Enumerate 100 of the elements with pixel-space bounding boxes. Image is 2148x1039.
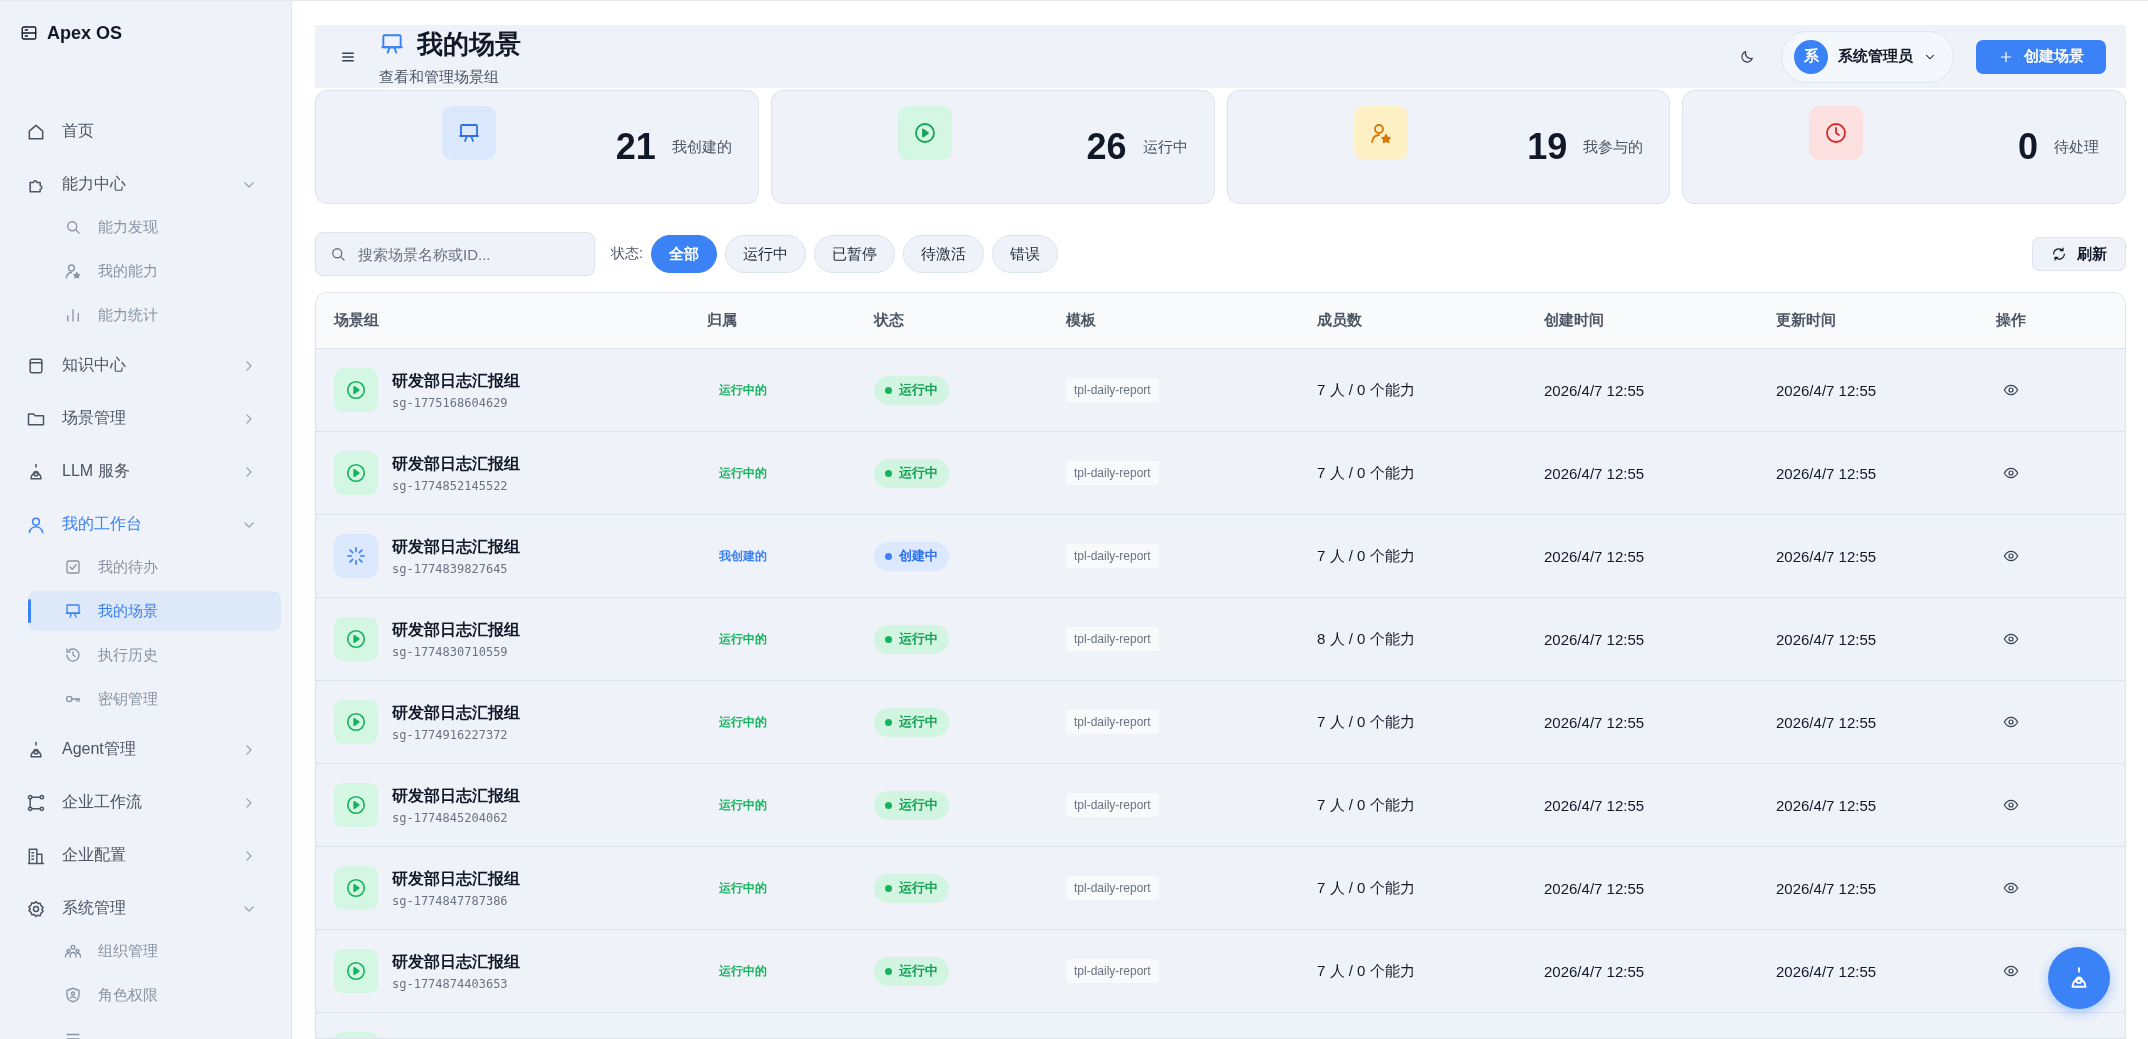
user-name: 系统管理员 xyxy=(1838,47,1913,67)
play-icon xyxy=(912,121,937,146)
submenu-item-icon xyxy=(64,942,82,960)
template-tag: tpl-daily-report xyxy=(1066,876,1159,901)
scene-name: 研发部日志汇报组 xyxy=(392,702,520,723)
play-icon xyxy=(345,379,367,402)
scene-name: 研发部日志汇报组 xyxy=(392,453,520,474)
ownership-text: 运行中的 xyxy=(719,879,767,897)
column-header: 场景组 xyxy=(332,311,380,331)
play-icon xyxy=(345,462,367,485)
stat-value: 0 xyxy=(2017,126,2038,169)
table-cell: 2026/4/7 12:55 xyxy=(1776,796,1877,814)
status-badge: 运行中 xyxy=(874,458,949,488)
submenu-item-icon xyxy=(64,646,82,664)
table-cell: 2026/4/7 12:55 xyxy=(1776,381,1877,399)
ownership-text: 运行中的 xyxy=(719,381,767,399)
filter-chip[interactable]: 待激活 xyxy=(902,235,984,274)
clock-icon xyxy=(1824,121,1849,146)
table-cell: 7 人 / 0 个能力 xyxy=(1317,712,1415,732)
stat-label: 我参与的 xyxy=(1583,137,1644,157)
filter-label: 状态: xyxy=(611,245,643,264)
template-tag: tpl-daily-report xyxy=(1066,710,1159,735)
filter-chip[interactable]: 错误 xyxy=(991,235,1058,274)
scene-name: 研发部日志汇报组 xyxy=(392,370,520,391)
menu-item-icon xyxy=(26,898,46,919)
scene-name: 研发部日志汇报组 xyxy=(392,868,520,889)
column-header: 状态 xyxy=(874,311,905,331)
filter-chip[interactable]: 全部 xyxy=(650,235,717,274)
stat-value: 19 xyxy=(1527,126,1568,169)
play-icon xyxy=(345,794,367,817)
table-cell: 2026/4/7 12:55 xyxy=(1544,630,1645,648)
app-name: Apex OS xyxy=(47,22,123,44)
refresh-icon xyxy=(2051,246,2067,263)
column-header: 更新时间 xyxy=(1776,311,1837,331)
column-header: 操作 xyxy=(1995,311,2026,331)
play-icon xyxy=(345,960,367,983)
scene-id: sg-1774916227372 xyxy=(392,727,509,742)
table-cell: 2026/4/7 12:55 xyxy=(1544,796,1645,814)
user-menu[interactable]: 系 系统管理员 xyxy=(1781,30,1954,83)
scene-id: sg-1774852145522 xyxy=(392,478,509,493)
table-cell: 8 人 / 0 个能力 xyxy=(1317,629,1415,649)
status-badge: 运行中 xyxy=(874,707,949,737)
template-tag: tpl-daily-report xyxy=(1066,544,1159,569)
table-cell: 2026/4/7 12:55 xyxy=(1776,713,1877,731)
table-cell: 2026/4/7 12:55 xyxy=(1544,879,1645,897)
status-badge: 运行中 xyxy=(874,375,949,405)
table-cell: 7 人 / 0 个能力 xyxy=(1317,878,1415,898)
scene-id: sg-1774845204062 xyxy=(392,810,509,825)
status-badge: 运行中 xyxy=(874,790,949,820)
filter-chip[interactable]: 运行中 xyxy=(724,235,806,274)
userstar-icon xyxy=(1368,121,1393,146)
template-tag: tpl-daily-report xyxy=(1066,627,1159,652)
moon-icon xyxy=(1739,48,1755,65)
play-icon xyxy=(345,877,367,900)
submenu-item-icon xyxy=(64,262,82,280)
create-scene-button[interactable]: 创建场景 xyxy=(1976,39,2106,74)
table-cell: 7 人 / 0 个能力 xyxy=(1317,961,1415,981)
table-cell: 7 人 / 0 个能力 xyxy=(1317,380,1415,400)
sidebar-item[interactable]: Agent管理 xyxy=(20,723,281,776)
scene-id: sg-1774847787386 xyxy=(392,893,509,908)
ownership-text: 运行中的 xyxy=(719,962,767,980)
ownership-text: 运行中的 xyxy=(719,713,767,731)
sidebar-item[interactable]: LLM 服务 xyxy=(20,445,281,498)
table-cell: 2026/4/7 12:55 xyxy=(1776,630,1877,648)
submenu-item-icon xyxy=(64,986,82,1004)
filter-chip[interactable]: 已暂停 xyxy=(813,235,895,274)
stat-label: 我创建的 xyxy=(671,137,732,157)
table-cell: 2026/4/7 12:55 xyxy=(1776,879,1877,897)
ownership-text: 运行中的 xyxy=(719,796,767,814)
stat-value: 26 xyxy=(1086,126,1127,169)
play-icon xyxy=(345,711,367,734)
ownership-text: 运行中的 xyxy=(719,464,767,482)
menu-item-icon xyxy=(26,792,46,813)
table-cell: 7 人 / 0 个能力 xyxy=(1317,546,1415,566)
avatar: 系 xyxy=(1794,39,1828,74)
scene-name: 研发部日志汇报组 xyxy=(392,785,520,806)
submenu-item-icon xyxy=(64,218,82,236)
scene-id: sg-1774874403653 xyxy=(392,976,509,991)
scene-name: 研发部日志汇报组 xyxy=(392,619,520,640)
status-badge: 创建中 xyxy=(874,541,949,571)
sidebar-item[interactable]: 场景管理 xyxy=(20,392,281,445)
sidebar-item[interactable]: 企业工作流 xyxy=(20,776,281,829)
sidebar-item[interactable]: 企业配置 xyxy=(20,829,281,882)
search-field[interactable]: 搜索场景名称或ID... xyxy=(315,232,595,277)
scene-name: 研发部日志汇报组 xyxy=(392,536,520,557)
logo-icon xyxy=(20,24,38,42)
refresh-button[interactable]: 刷新 xyxy=(2032,237,2126,272)
table-cell: 7 人 / 0 个能力 xyxy=(1317,463,1415,483)
scene-name: 研发部日志汇报组 xyxy=(392,951,520,972)
ownership-text: 我创建的 xyxy=(719,547,767,565)
status-badge: 运行中 xyxy=(874,873,949,903)
table-cell: 2026/4/7 12:55 xyxy=(1776,962,1877,980)
template-tag: tpl-daily-report xyxy=(1066,793,1159,818)
table-cell: 2026/4/7 12:55 xyxy=(1544,381,1645,399)
scene-id: sg-1775168604629 xyxy=(392,395,509,410)
sidebar-item[interactable]: 知识中心 xyxy=(20,339,281,392)
template-tag: tpl-daily-report xyxy=(1066,959,1159,984)
sidebar-item[interactable]: 首页 xyxy=(20,105,281,158)
table-cell: 7 人 / 0 个能力 xyxy=(1317,795,1415,815)
stat-label: 运行中 xyxy=(1142,137,1188,157)
